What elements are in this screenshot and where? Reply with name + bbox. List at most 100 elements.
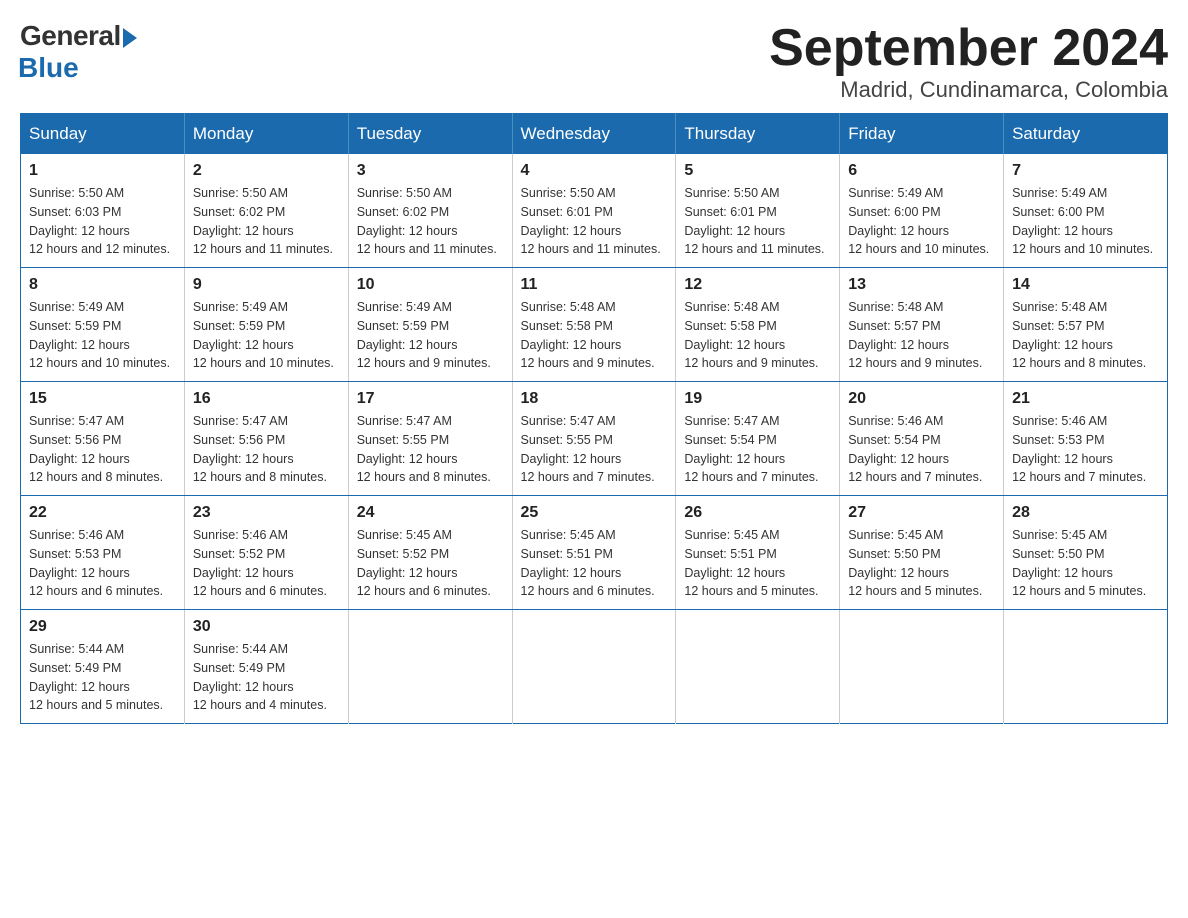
day-number: 13 (848, 276, 995, 294)
day-number: 18 (521, 390, 668, 408)
day-info: Sunrise: 5:47 AMSunset: 5:56 PMDaylight:… (29, 412, 176, 487)
calendar-cell: 24Sunrise: 5:45 AMSunset: 5:52 PMDayligh… (348, 496, 512, 610)
day-number: 5 (684, 162, 831, 180)
calendar-cell: 20 Sunrise: 5:46 AMSunset: 5:54 PMDayligh… (840, 382, 1004, 496)
calendar-cell: 12 Sunrise: 5:48 AMSunset: 5:58 PMDayligh… (676, 268, 840, 382)
calendar-cell (840, 610, 1004, 724)
header-tuesday: Tuesday (348, 114, 512, 155)
calendar-cell: 13 Sunrise: 5:48 AMSunset: 5:57 PMDayligh… (840, 268, 1004, 382)
day-number: 7 (1012, 162, 1159, 180)
header-wednesday: Wednesday (512, 114, 676, 155)
day-info: Sunrise: 5:50 AMSunset: 6:02 PMDaylight:… (193, 184, 340, 259)
day-number: 23 (193, 504, 340, 522)
header-friday: Friday (840, 114, 1004, 155)
day-number: 10 (357, 276, 504, 294)
day-info: Sunrise: 5:48 AMSunset: 5:58 PMDaylight:… (521, 298, 668, 373)
calendar-cell: 21Sunrise: 5:46 AMSunset: 5:53 PMDayligh… (1004, 382, 1168, 496)
day-info: Sunrise: 5:46 AMSunset: 5:53 PMDaylight:… (1012, 412, 1159, 487)
calendar-cell: 30 Sunrise: 5:44 AMSunset: 5:49 PMDayligh… (184, 610, 348, 724)
day-info: Sunrise: 5:49 AMSunset: 6:00 PMDaylight:… (848, 184, 995, 259)
calendar-cell: 11 Sunrise: 5:48 AMSunset: 5:58 PMDayligh… (512, 268, 676, 382)
day-info: Sunrise: 5:47 AMSunset: 5:55 PMDaylight:… (357, 412, 504, 487)
logo-blue-text: Blue (18, 52, 79, 84)
calendar-cell: 4Sunrise: 5:50 AMSunset: 6:01 PMDaylight… (512, 154, 676, 268)
day-info: Sunrise: 5:44 AMSunset: 5:49 PMDaylight:… (29, 640, 176, 715)
day-info: Sunrise: 5:47 AMSunset: 5:56 PMDaylight:… (193, 412, 340, 487)
calendar-cell: 28Sunrise: 5:45 AMSunset: 5:50 PMDayligh… (1004, 496, 1168, 610)
location: Madrid, Cundinamarca, Colombia (769, 77, 1168, 103)
day-info: Sunrise: 5:50 AMSunset: 6:01 PMDaylight:… (684, 184, 831, 259)
calendar-table: SundayMondayTuesdayWednesdayThursdayFrid… (20, 113, 1168, 724)
calendar-header-row: SundayMondayTuesdayWednesdayThursdayFrid… (21, 114, 1168, 155)
day-number: 14 (1012, 276, 1159, 294)
page-header: General Blue September 2024 Madrid, Cund… (20, 20, 1168, 103)
calendar-cell: 25 Sunrise: 5:45 AMSunset: 5:51 PMDayligh… (512, 496, 676, 610)
header-monday: Monday (184, 114, 348, 155)
day-info: Sunrise: 5:48 AMSunset: 5:57 PMDaylight:… (1012, 298, 1159, 373)
calendar-cell (512, 610, 676, 724)
day-number: 15 (29, 390, 176, 408)
calendar-cell: 5 Sunrise: 5:50 AMSunset: 6:01 PMDaylight… (676, 154, 840, 268)
week-row-0: 1Sunrise: 5:50 AMSunset: 6:03 PMDaylight… (21, 154, 1168, 268)
day-info: Sunrise: 5:48 AMSunset: 5:58 PMDaylight:… (684, 298, 831, 373)
week-row-3: 22 Sunrise: 5:46 AMSunset: 5:53 PMDayligh… (21, 496, 1168, 610)
day-info: Sunrise: 5:45 AMSunset: 5:51 PMDaylight:… (521, 526, 668, 601)
calendar-cell: 26 Sunrise: 5:45 AMSunset: 5:51 PMDayligh… (676, 496, 840, 610)
calendar-cell: 14 Sunrise: 5:48 AMSunset: 5:57 PMDayligh… (1004, 268, 1168, 382)
day-number: 28 (1012, 504, 1159, 522)
day-info: Sunrise: 5:49 AMSunset: 6:00 PMDaylight:… (1012, 184, 1159, 259)
day-number: 17 (357, 390, 504, 408)
day-info: Sunrise: 5:46 AMSunset: 5:52 PMDaylight:… (193, 526, 340, 601)
calendar-cell: 10 Sunrise: 5:49 AMSunset: 5:59 PMDayligh… (348, 268, 512, 382)
logo-arrow-icon (123, 28, 137, 48)
day-number: 26 (684, 504, 831, 522)
header-thursday: Thursday (676, 114, 840, 155)
day-number: 20 (848, 390, 995, 408)
day-info: Sunrise: 5:49 AMSunset: 5:59 PMDaylight:… (193, 298, 340, 373)
day-number: 25 (521, 504, 668, 522)
calendar-cell: 16 Sunrise: 5:47 AMSunset: 5:56 PMDayligh… (184, 382, 348, 496)
calendar-cell: 2 Sunrise: 5:50 AMSunset: 6:02 PMDaylight… (184, 154, 348, 268)
day-number: 29 (29, 618, 176, 636)
week-row-4: 29 Sunrise: 5:44 AMSunset: 5:49 PMDayligh… (21, 610, 1168, 724)
day-number: 19 (684, 390, 831, 408)
calendar-cell: 9 Sunrise: 5:49 AMSunset: 5:59 PMDaylight… (184, 268, 348, 382)
day-info: Sunrise: 5:50 AMSunset: 6:03 PMDaylight:… (29, 184, 176, 259)
day-number: 27 (848, 504, 995, 522)
day-number: 9 (193, 276, 340, 294)
calendar-cell: 19 Sunrise: 5:47 AMSunset: 5:54 PMDayligh… (676, 382, 840, 496)
day-info: Sunrise: 5:46 AMSunset: 5:54 PMDaylight:… (848, 412, 995, 487)
logo-general-text: General (20, 20, 121, 52)
day-info: Sunrise: 5:50 AMSunset: 6:01 PMDaylight:… (521, 184, 668, 259)
day-info: Sunrise: 5:47 AMSunset: 5:55 PMDaylight:… (521, 412, 668, 487)
day-info: Sunrise: 5:47 AMSunset: 5:54 PMDaylight:… (684, 412, 831, 487)
day-number: 8 (29, 276, 176, 294)
day-info: Sunrise: 5:49 AMSunset: 5:59 PMDaylight:… (357, 298, 504, 373)
day-info: Sunrise: 5:46 AMSunset: 5:53 PMDaylight:… (29, 526, 176, 601)
day-info: Sunrise: 5:44 AMSunset: 5:49 PMDaylight:… (193, 640, 340, 715)
day-info: Sunrise: 5:45 AMSunset: 5:51 PMDaylight:… (684, 526, 831, 601)
calendar-cell: 27 Sunrise: 5:45 AMSunset: 5:50 PMDayligh… (840, 496, 1004, 610)
week-row-2: 15 Sunrise: 5:47 AMSunset: 5:56 PMDayligh… (21, 382, 1168, 496)
header-saturday: Saturday (1004, 114, 1168, 155)
day-number: 12 (684, 276, 831, 294)
calendar-cell: 17 Sunrise: 5:47 AMSunset: 5:55 PMDayligh… (348, 382, 512, 496)
calendar-cell (348, 610, 512, 724)
calendar-cell: 15 Sunrise: 5:47 AMSunset: 5:56 PMDayligh… (21, 382, 185, 496)
day-info: Sunrise: 5:49 AMSunset: 5:59 PMDaylight:… (29, 298, 176, 373)
day-number: 30 (193, 618, 340, 636)
month-title: September 2024 (769, 20, 1168, 77)
logo: General Blue (20, 20, 137, 84)
day-info: Sunrise: 5:48 AMSunset: 5:57 PMDaylight:… (848, 298, 995, 373)
title-section: September 2024 Madrid, Cundinamarca, Col… (769, 20, 1168, 103)
day-number: 2 (193, 162, 340, 180)
day-number: 11 (521, 276, 668, 294)
calendar-cell: 1Sunrise: 5:50 AMSunset: 6:03 PMDaylight… (21, 154, 185, 268)
day-number: 16 (193, 390, 340, 408)
day-number: 22 (29, 504, 176, 522)
calendar-cell: 23 Sunrise: 5:46 AMSunset: 5:52 PMDayligh… (184, 496, 348, 610)
calendar-cell: 3Sunrise: 5:50 AMSunset: 6:02 PMDaylight… (348, 154, 512, 268)
header-sunday: Sunday (21, 114, 185, 155)
day-number: 3 (357, 162, 504, 180)
day-info: Sunrise: 5:45 AMSunset: 5:50 PMDaylight:… (848, 526, 995, 601)
